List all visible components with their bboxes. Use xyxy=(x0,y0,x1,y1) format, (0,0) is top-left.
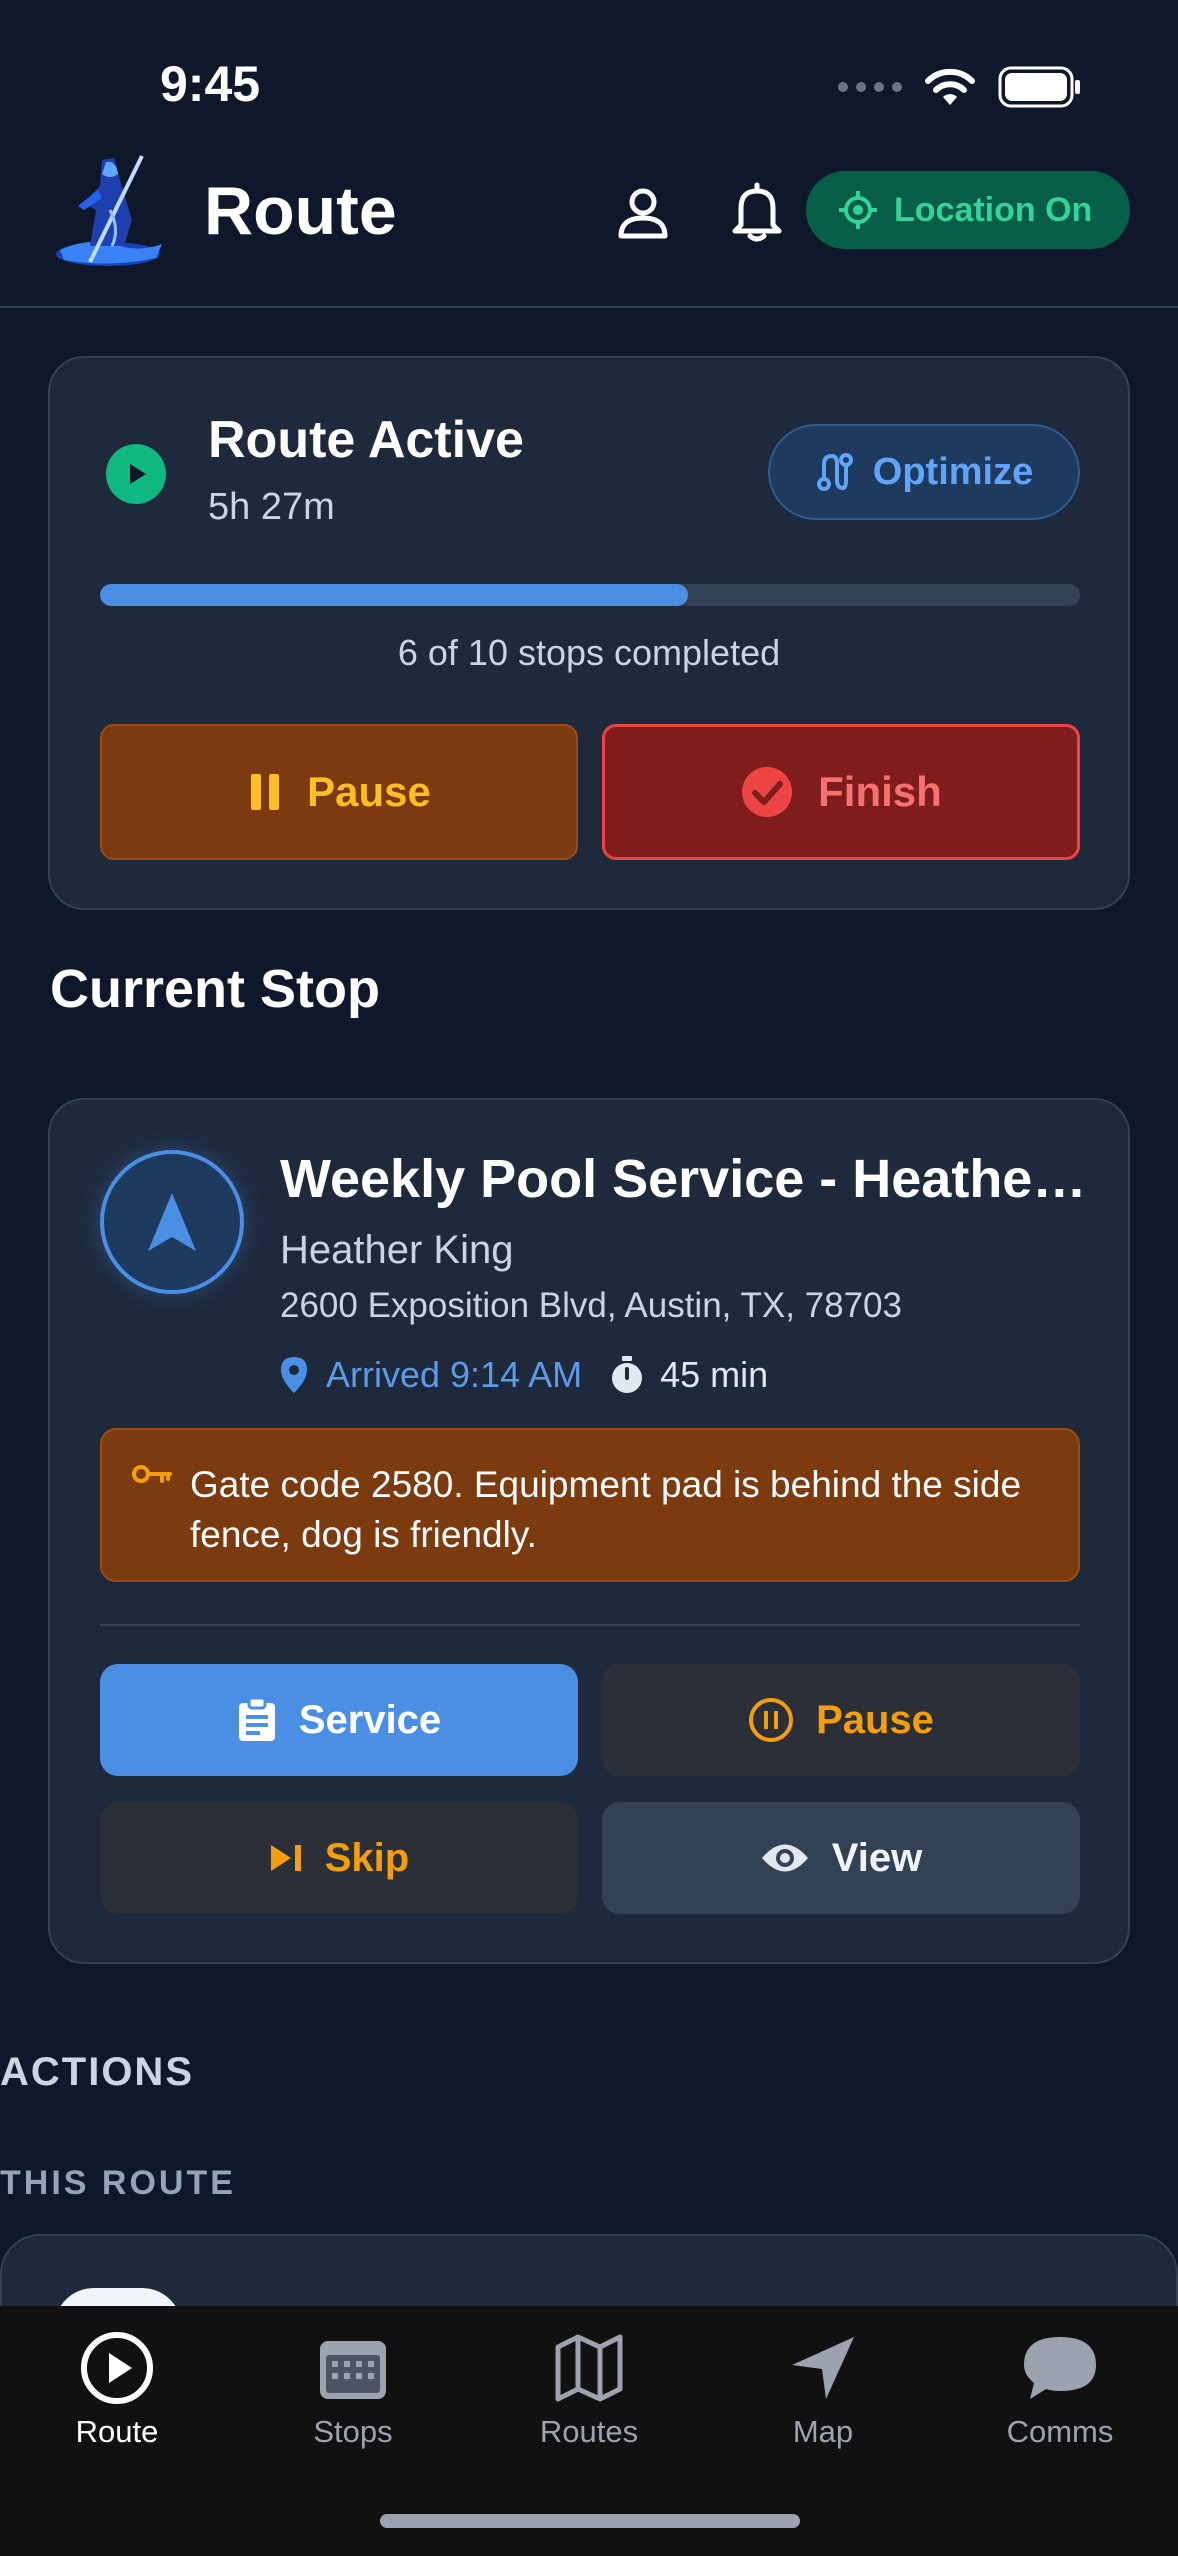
profile-button[interactable] xyxy=(611,180,675,244)
tab-route[interactable]: Route xyxy=(17,2330,217,2450)
check-circle-icon xyxy=(742,767,793,817)
tab-map-label: Map xyxy=(792,2414,854,2449)
status-time: 9:45 xyxy=(160,56,261,112)
finish-route-label: Finish xyxy=(818,768,942,815)
skip-label: Skip xyxy=(324,1835,410,1880)
navigate-button[interactable] xyxy=(100,1150,244,1294)
key-icon xyxy=(132,1465,172,1483)
stop-customer-name: Heather King xyxy=(280,1228,514,1272)
service-button[interactable]: Service xyxy=(100,1664,578,1776)
navigation-arrow-icon xyxy=(148,1193,196,1251)
stopwatch-icon xyxy=(612,1356,643,1393)
route-active-icon xyxy=(106,444,166,504)
pause-circle-icon xyxy=(749,1698,794,1742)
access-note: Gate code 2580. Equipment pad is behind … xyxy=(100,1428,1080,1582)
route-optimize-icon xyxy=(816,453,853,491)
skip-button[interactable]: Skip xyxy=(100,1802,578,1914)
play-icon xyxy=(130,464,146,484)
route-progress-fill xyxy=(100,584,688,606)
status-bar: 9:45 xyxy=(0,0,1178,150)
duration-value: 45 min xyxy=(660,1354,769,1395)
map-pin-icon xyxy=(281,1357,307,1393)
optimize-button[interactable]: Optimize xyxy=(768,424,1080,520)
location-status-label: Location On xyxy=(894,190,1093,229)
route-status-label: Route Active xyxy=(208,411,524,469)
tab-map[interactable]: Map xyxy=(723,2330,923,2450)
wifi-icon xyxy=(925,68,975,105)
arrival-time: Arrived 9:14 AM xyxy=(326,1354,583,1395)
service-label: Service xyxy=(298,1697,442,1742)
current-stop-heading: Current Stop xyxy=(50,959,380,1019)
app-header: Route Location On xyxy=(0,150,1178,308)
tab-routes[interactable]: Routes xyxy=(489,2330,689,2450)
pause-route-button[interactable]: Pause xyxy=(100,724,578,860)
arrival-info: Arrived 9:14 AM xyxy=(280,1354,582,1396)
duration-info: 45 min xyxy=(610,1354,768,1396)
optimize-label: Optimize xyxy=(872,450,1034,493)
this-route-heading: THIS ROUTE xyxy=(0,2164,236,2202)
user-icon xyxy=(618,188,668,239)
bell-icon xyxy=(732,182,782,242)
view-button[interactable]: View xyxy=(602,1802,1080,1914)
stop-address: 2600 Exposition Blvd, Austin, TX, 78703 xyxy=(280,1286,902,1325)
route-status-card: Route Active 5h 27m Optimize 6 of 10 sto… xyxy=(48,356,1130,910)
calendar-grid-icon xyxy=(320,2341,386,2399)
pause-icon xyxy=(251,774,280,810)
pause-route-label: Pause xyxy=(307,768,431,815)
route-elapsed-time: 5h 27m xyxy=(208,486,335,528)
home-indicator xyxy=(380,2514,800,2528)
status-icons xyxy=(838,66,1082,108)
tab-route-label: Route xyxy=(75,2414,159,2449)
route-progress-text: 6 of 10 stops completed xyxy=(397,632,781,673)
play-circle-icon xyxy=(81,2332,153,2404)
current-stop-card[interactable]: Weekly Pool Service - Heather King Heath… xyxy=(48,1098,1130,1964)
navigation-arrow-icon xyxy=(792,2337,854,2399)
chat-bubble-icon xyxy=(1024,2337,1096,2399)
clipboard-icon xyxy=(238,1697,275,1741)
eye-icon xyxy=(761,1844,808,1872)
location-status-toggle[interactable]: Location On xyxy=(806,171,1130,249)
pause-stop-label: Pause xyxy=(816,1697,934,1742)
actions-heading: ACTIONS xyxy=(0,2050,194,2094)
pause-stop-button[interactable]: Pause xyxy=(602,1664,1080,1776)
stop-meta: Arrived 9:14 AM 45 min xyxy=(280,1354,768,1396)
route-progress-bar xyxy=(100,584,1080,606)
location-target-icon xyxy=(839,191,877,229)
map-icon xyxy=(555,2334,623,2402)
finish-route-button[interactable]: Finish xyxy=(602,724,1080,860)
cellular-signal-icon xyxy=(838,82,902,92)
app-logo xyxy=(56,155,162,266)
battery-icon xyxy=(998,66,1080,108)
view-label: View xyxy=(831,1835,923,1880)
stop-title: Weekly Pool Service - Heather King xyxy=(280,1149,1100,1209)
tab-stops[interactable]: Stops xyxy=(253,2330,453,2450)
page-title: Route xyxy=(204,173,397,249)
notifications-button[interactable] xyxy=(725,180,789,244)
tab-comms[interactable]: Comms xyxy=(960,2330,1160,2450)
tab-comms-label: Comms xyxy=(1006,2414,1114,2449)
divider xyxy=(100,1624,1080,1626)
access-note-text: Gate code 2580. Equipment pad is behind … xyxy=(190,1464,1022,1555)
tab-routes-label: Routes xyxy=(539,2414,639,2449)
skip-next-icon xyxy=(270,1845,301,1871)
tab-stops-label: Stops xyxy=(313,2414,393,2449)
